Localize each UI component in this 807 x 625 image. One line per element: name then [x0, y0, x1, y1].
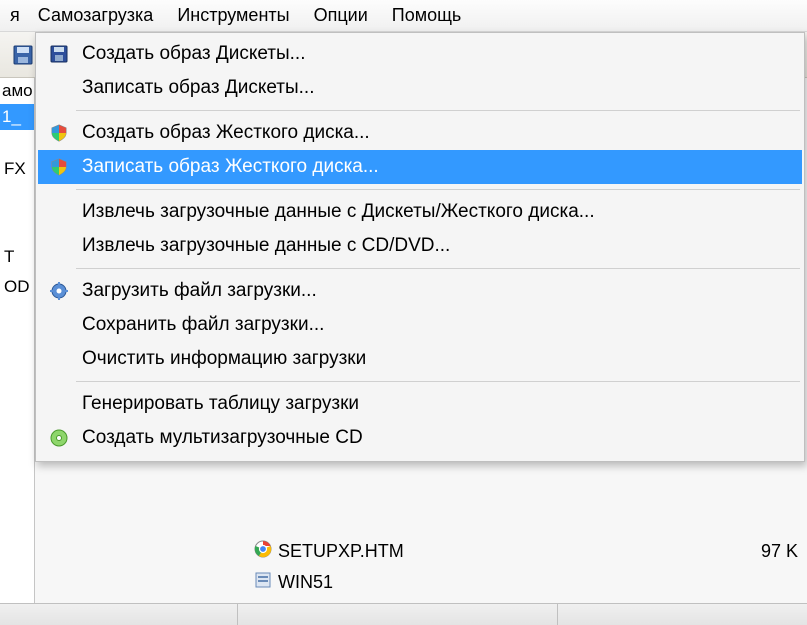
tree-row[interactable]: амо: [0, 78, 34, 104]
shield-icon: [46, 157, 72, 177]
menu-write-floppy-image[interactable]: Записать образ Дискеты...: [38, 71, 802, 105]
file-size: 97 K: [761, 541, 798, 562]
menu-create-multiboot-cd[interactable]: Создать мультизагрузочные CD: [38, 421, 802, 455]
menu-separator: [76, 110, 800, 111]
menu-label: Сохранить файл загрузки...: [82, 314, 324, 336]
file-list: SETUPXP.HTM 97 K WIN51: [246, 536, 806, 598]
tree-row-selected[interactable]: 1_: [0, 104, 34, 130]
file-name: WIN51: [278, 572, 333, 593]
menubar: я Самозагрузка Инструменты Опции Помощь: [0, 0, 807, 32]
chrome-icon: [254, 540, 272, 563]
sys-icon: [254, 571, 272, 594]
menubar-item-selfload[interactable]: Самозагрузка: [26, 1, 166, 30]
menu-label: Загрузить файл загрузки...: [82, 280, 317, 302]
menu-write-hdd-image[interactable]: Записать образ Жесткого диска...: [38, 150, 802, 184]
menu-separator: [76, 189, 800, 190]
menu-create-floppy-image[interactable]: Создать образ Дискеты...: [38, 37, 802, 71]
menubar-item-help[interactable]: Помощь: [380, 1, 474, 30]
save-icon[interactable]: [8, 40, 38, 70]
menubar-item-fragment[interactable]: я: [4, 1, 26, 30]
left-fragment: FX: [0, 154, 34, 184]
menubar-item-tools[interactable]: Инструменты: [165, 1, 301, 30]
menu-label: Извлечь загрузочные данные с CD/DVD...: [82, 235, 450, 257]
left-fragment: OD: [0, 272, 34, 302]
menu-label: Очистить информацию загрузки: [82, 348, 366, 370]
menu-extract-boot-cddvd[interactable]: Извлечь загрузочные данные с CD/DVD...: [38, 229, 802, 263]
file-name: SETUPXP.HTM: [278, 541, 404, 562]
menu-label: Создать образ Дискеты...: [82, 43, 305, 65]
tree-panel: амо 1_ FX T OD: [0, 78, 35, 618]
floppy-icon: [46, 44, 72, 64]
left-fragment: T: [0, 242, 34, 272]
menu-generate-boot-table[interactable]: Генерировать таблицу загрузки: [38, 387, 802, 421]
shield-icon: [46, 123, 72, 143]
gear-icon: [46, 281, 72, 301]
menu-separator: [76, 381, 800, 382]
menu-create-hdd-image[interactable]: Создать образ Жесткого диска...: [38, 116, 802, 150]
menu-label: Извлечь загрузочные данные с Дискеты/Жес…: [82, 201, 595, 223]
disc-green-icon: [46, 428, 72, 448]
statusbar: [0, 603, 807, 625]
menu-label: Записать образ Жесткого диска...: [82, 156, 379, 178]
selfload-dropdown: Создать образ Дискеты... Записать образ …: [35, 32, 805, 462]
file-row[interactable]: WIN51: [246, 567, 806, 598]
menubar-item-options[interactable]: Опции: [302, 1, 380, 30]
file-row[interactable]: SETUPXP.HTM 97 K: [246, 536, 806, 567]
menu-label: Создать образ Жесткого диска...: [82, 122, 370, 144]
menu-label: Создать мультизагрузочные CD: [82, 427, 363, 449]
menu-separator: [76, 268, 800, 269]
menu-load-boot-file[interactable]: Загрузить файл загрузки...: [38, 274, 802, 308]
menu-extract-boot-floppy-hdd[interactable]: Извлечь загрузочные данные с Дискеты/Жес…: [38, 195, 802, 229]
menu-save-boot-file[interactable]: Сохранить файл загрузки...: [38, 308, 802, 342]
menu-clear-boot-info[interactable]: Очистить информацию загрузки: [38, 342, 802, 376]
menu-label: Записать образ Дискеты...: [82, 77, 314, 99]
menu-label: Генерировать таблицу загрузки: [82, 393, 359, 415]
